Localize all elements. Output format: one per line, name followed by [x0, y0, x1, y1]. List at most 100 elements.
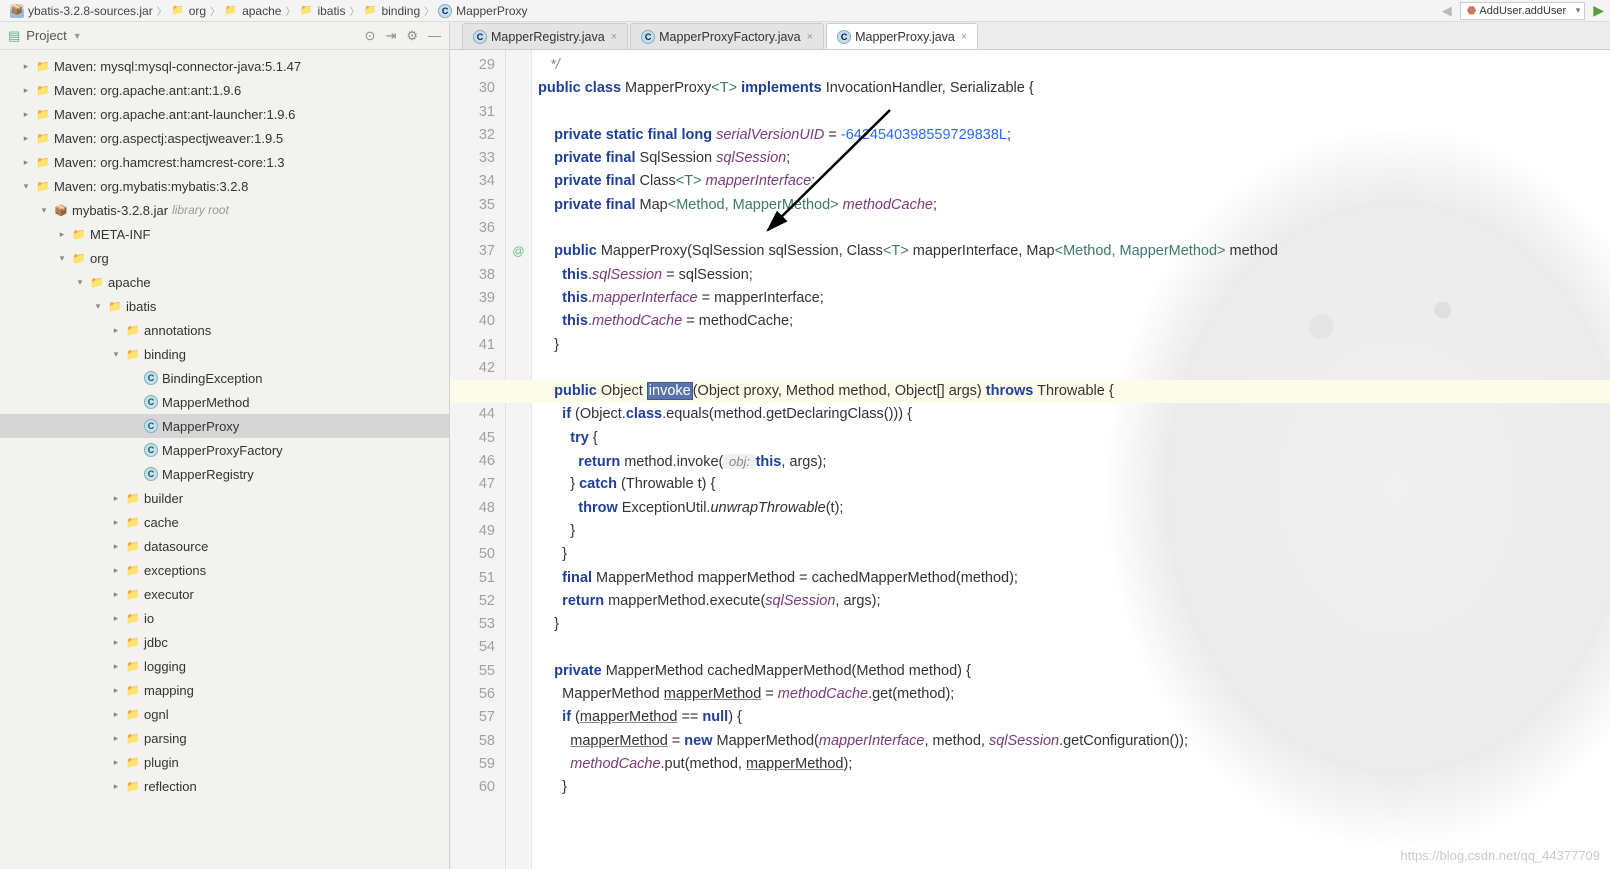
line-number[interactable]: 42 [450, 357, 495, 380]
tree-row[interactable]: ▾📁apache [0, 270, 449, 294]
gutter-mark[interactable] [506, 403, 531, 426]
gutter-mark[interactable] [506, 217, 531, 240]
code-line[interactable]: private final Map<Method, MapperMethod> … [538, 194, 1610, 217]
line-number[interactable]: 47 [450, 473, 495, 496]
breadcrumb-item[interactable]: 📁org [167, 4, 210, 18]
tree-row[interactable]: CMapperMethod [0, 390, 449, 414]
line-number[interactable]: 30 [450, 77, 495, 100]
tree-twisty[interactable]: ▾ [90, 301, 106, 312]
gutter-mark[interactable]: @ [506, 240, 531, 263]
line-number[interactable]: 48 [450, 497, 495, 520]
tree-row[interactable]: ▸📁logging [0, 654, 449, 678]
code-line[interactable]: } [538, 776, 1610, 799]
gutter-mark[interactable] [506, 590, 531, 613]
gutter-mark[interactable] [506, 194, 531, 217]
nav-arrow-left-icon[interactable]: ◀ [1442, 3, 1452, 19]
tree-row[interactable]: ▾📁binding [0, 342, 449, 366]
tree-row[interactable]: ▸📁reflection [0, 774, 449, 798]
code-line[interactable]: if (mapperMethod == null) { [538, 706, 1610, 729]
tree-row[interactable]: ▾📦mybatis-3.2.8.jarlibrary root [0, 198, 449, 222]
tree-row[interactable]: ▾📁ibatis [0, 294, 449, 318]
editor-tab[interactable]: CMapperProxy.java× [826, 23, 978, 49]
gutter-marks[interactable]: @⬤↑@ [506, 50, 532, 869]
tree-row[interactable]: ▸📁META-INF [0, 222, 449, 246]
tree-row[interactable]: ▸📁exceptions [0, 558, 449, 582]
run-button[interactable]: ▶ [1593, 2, 1604, 19]
code-line[interactable]: final MapperMethod mapperMethod = cached… [538, 567, 1610, 590]
project-view-selector[interactable]: ▤ Project ▼ [8, 28, 82, 44]
gutter-mark[interactable] [506, 706, 531, 729]
tree-twisty[interactable]: ▸ [18, 85, 34, 96]
code-line[interactable] [538, 217, 1610, 240]
tree-row[interactable]: ▸📁Maven: org.apache.ant:ant-launcher:1.9… [0, 102, 449, 126]
gutter-mark[interactable] [506, 147, 531, 170]
code-line[interactable]: mapperMethod = new MapperMethod(mapperIn… [538, 730, 1610, 753]
project-tree[interactable]: ▸📁Maven: mysql:mysql-connector-java:5.1.… [0, 50, 449, 869]
code-line[interactable] [538, 636, 1610, 659]
tree-twisty[interactable]: ▸ [108, 565, 124, 576]
line-number[interactable]: 29 [450, 54, 495, 77]
tree-row[interactable]: ▸📁cache [0, 510, 449, 534]
line-number[interactable]: 59 [450, 753, 495, 776]
tree-twisty[interactable]: ▸ [108, 637, 124, 648]
breadcrumb-item[interactable]: 📁apache [220, 4, 285, 18]
tree-row[interactable]: ▸📁builder [0, 486, 449, 510]
tree-row[interactable]: ▸📁Maven: org.hamcrest:hamcrest-core:1.3 [0, 150, 449, 174]
tree-row[interactable]: CBindingException [0, 366, 449, 390]
gutter-mark[interactable] [506, 567, 531, 590]
gutter-mark[interactable] [506, 334, 531, 357]
gutter-mark[interactable] [506, 730, 531, 753]
tree-twisty[interactable]: ▸ [108, 589, 124, 600]
breadcrumb-item[interactable]: 📁ibatis [295, 4, 349, 18]
code-line[interactable]: throw ExceptionUtil.unwrapThrowable(t); [538, 497, 1610, 520]
breadcrumb-item[interactable]: 📦ybatis-3.2.8-sources.jar [6, 4, 157, 18]
gutter-mark[interactable] [506, 264, 531, 287]
line-number[interactable]: 49 [450, 520, 495, 543]
line-number[interactable]: 31 [450, 101, 495, 124]
gutter[interactable]: 2930313233343536373839404142434445464748… [450, 50, 506, 869]
code-line[interactable]: } [538, 520, 1610, 543]
hide-icon[interactable]: — [428, 28, 441, 44]
tree-twisty[interactable]: ▸ [18, 109, 34, 120]
tree-twisty[interactable]: ▾ [36, 205, 52, 216]
code-area[interactable]: */public class MapperProxy<T> implements… [532, 50, 1610, 869]
tree-row[interactable]: ▸📁datasource [0, 534, 449, 558]
close-icon[interactable]: × [807, 31, 813, 43]
gutter-mark[interactable] [506, 170, 531, 193]
gutter-mark[interactable] [506, 520, 531, 543]
line-number[interactable]: 55 [450, 660, 495, 683]
code-line[interactable]: if (Object.class.equals(method.getDeclar… [538, 403, 1610, 426]
tree-row[interactable]: ▸📁executor [0, 582, 449, 606]
gutter-mark[interactable] [506, 310, 531, 333]
gutter-mark[interactable] [506, 497, 531, 520]
line-number[interactable]: 56 [450, 683, 495, 706]
tree-twisty[interactable]: ▸ [18, 61, 34, 72]
locate-icon[interactable]: ⊙ [365, 28, 376, 44]
tree-twisty[interactable]: ▸ [18, 133, 34, 144]
line-number[interactable]: 58 [450, 730, 495, 753]
code-line[interactable]: try { [538, 427, 1610, 450]
tree-row[interactable]: ▸📁annotations [0, 318, 449, 342]
collapse-icon[interactable]: ⇥ [385, 28, 396, 44]
tree-twisty[interactable]: ▸ [108, 781, 124, 792]
line-number[interactable]: 46 [450, 450, 495, 473]
tree-twisty[interactable]: ▾ [18, 181, 34, 192]
tree-twisty[interactable]: ▾ [72, 277, 88, 288]
gear-icon[interactable]: ⚙ [406, 28, 418, 44]
gutter-mark[interactable] [506, 683, 531, 706]
code-line[interactable]: } catch (Throwable t) { [538, 473, 1610, 496]
line-number[interactable]: 60 [450, 776, 495, 799]
code-line[interactable]: private static final long serialVersionU… [538, 124, 1610, 147]
line-number[interactable]: 52 [450, 590, 495, 613]
breadcrumb-item[interactable]: 📁binding [359, 4, 424, 18]
code-line[interactable]: return method.invoke( obj: this, args); [538, 450, 1610, 473]
gutter-mark[interactable] [506, 427, 531, 450]
tree-row[interactable]: CMapperRegistry [0, 462, 449, 486]
code-line[interactable]: } [538, 613, 1610, 636]
line-number[interactable]: 53 [450, 613, 495, 636]
code-line[interactable]: public MapperProxy(SqlSession sqlSession… [538, 240, 1610, 263]
gutter-mark[interactable] [506, 101, 531, 124]
tree-twisty[interactable]: ▾ [108, 349, 124, 360]
code-line[interactable]: MapperMethod mapperMethod = methodCache.… [538, 683, 1610, 706]
tree-row[interactable]: ▸📁jdbc [0, 630, 449, 654]
